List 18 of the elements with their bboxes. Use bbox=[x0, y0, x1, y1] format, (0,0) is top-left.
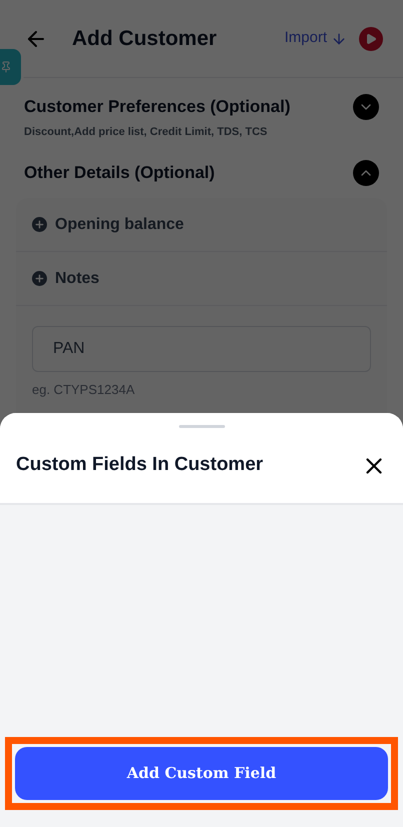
add-custom-field-button[interactable]: Add Custom Field bbox=[15, 747, 388, 800]
expand-toggle[interactable] bbox=[353, 160, 379, 186]
section-title: Customer Preferences (Optional) bbox=[24, 96, 290, 118]
drag-handle[interactable] bbox=[178, 425, 224, 428]
video-button[interactable] bbox=[359, 26, 383, 50]
item-label: Opening balance bbox=[55, 214, 184, 234]
sheet-title: Custom Fields In Customer bbox=[16, 453, 264, 478]
add-detail-item[interactable]: Opening balance bbox=[16, 198, 387, 252]
page-title: Add Customer bbox=[72, 26, 217, 52]
section-title: Other Details (Optional) bbox=[24, 162, 215, 184]
add-detail-item[interactable]: Notes bbox=[16, 252, 387, 306]
pan-field[interactable]: PAN bbox=[32, 326, 371, 372]
pan-hint: eg. CTYPS1234A bbox=[32, 381, 136, 399]
item-label: Notes bbox=[55, 268, 100, 288]
play-icon bbox=[365, 32, 377, 44]
expand-toggle[interactable] bbox=[353, 94, 379, 120]
import-button[interactable]: Import bbox=[284, 27, 347, 50]
section-subtitle: Discount,Add price list, Credit Limit, TDS, TCS bbox=[24, 124, 268, 140]
